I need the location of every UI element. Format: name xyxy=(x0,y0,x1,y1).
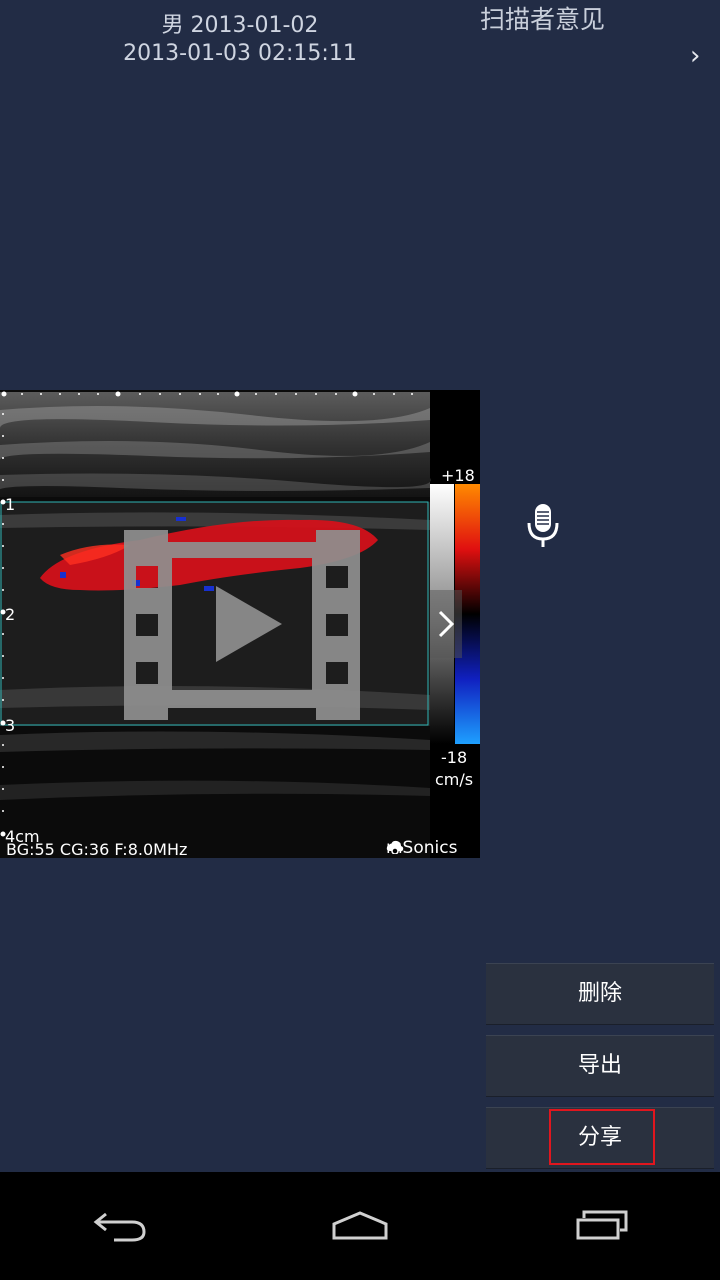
depth-label-1: 1 xyxy=(5,495,16,514)
depth-label-2: 2 xyxy=(5,605,16,624)
back-icon[interactable] xyxy=(92,1206,148,1246)
home-icon[interactable] xyxy=(330,1206,390,1242)
chevron-right-icon[interactable]: › xyxy=(690,42,700,70)
color-scale-max: +18 xyxy=(441,466,475,485)
export-button[interactable]: 导出 xyxy=(486,1035,714,1097)
cloud-icon xyxy=(386,840,404,854)
brand-logo: mSonics xyxy=(386,838,457,858)
ultrasound-image[interactable]: 1 2 3 4cm +18 -18 cm/s BG:55 CG:36 F:8.0… xyxy=(0,390,480,858)
header-patient-info: 男 2013-01-02 xyxy=(161,13,319,38)
share-highlight-box xyxy=(549,1109,655,1165)
page-title[interactable]: 扫描者意见 xyxy=(480,4,605,36)
depth-label-3: 3 xyxy=(5,716,16,735)
scan-parameters: BG:55 CG:36 F:8.0MHz xyxy=(6,840,188,858)
color-scale-min: -18 xyxy=(441,748,468,767)
recent-apps-icon[interactable] xyxy=(572,1206,632,1242)
delete-button[interactable]: 删除 xyxy=(486,963,714,1025)
ultrasound-scan-graphic xyxy=(0,390,480,858)
header-timestamp: 2013-01-03 02:15:11 xyxy=(123,41,357,66)
microphone-icon[interactable] xyxy=(526,503,560,549)
color-scale-unit: cm/s xyxy=(435,770,474,789)
